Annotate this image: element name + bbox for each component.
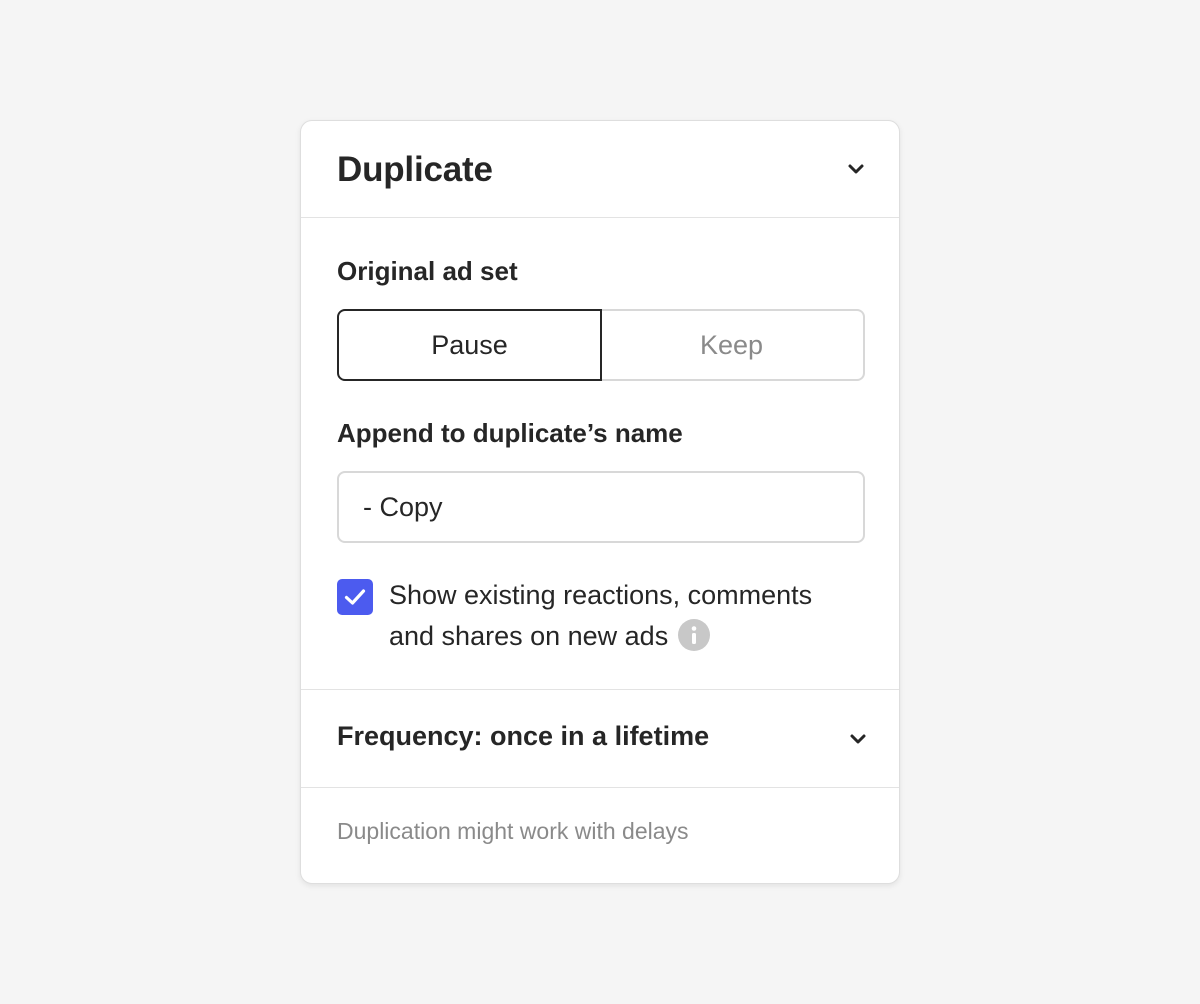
duplicate-panel: Duplicate Original ad set Pause Keep App… [300, 120, 900, 884]
append-name-label: Append to duplicate’s name [337, 418, 683, 448]
panel-title: Duplicate [337, 150, 493, 189]
keep-option-button[interactable]: Keep [600, 309, 865, 381]
chevron-down-icon[interactable] [849, 733, 866, 744]
info-icon[interactable] [678, 618, 711, 651]
pause-option-button[interactable]: Pause [337, 309, 602, 381]
show-reactions-label: Show existing reactions, comments and sh… [389, 575, 859, 657]
show-reactions-text: Show existing reactions, comments and sh… [389, 580, 813, 651]
frequency-row[interactable]: Frequency: once in a lifetime [301, 689, 899, 788]
panel-header[interactable]: Duplicate [301, 121, 899, 218]
checkmark-icon [344, 589, 366, 605]
original-ad-set-label: Original ad set [337, 256, 518, 286]
footer-note: Duplication might work with delays [337, 818, 689, 844]
frequency-label: Frequency: once in a lifetime [337, 721, 710, 751]
append-name-input[interactable] [337, 471, 865, 543]
original-ad-set-toggle: Pause Keep [337, 309, 865, 381]
show-reactions-checkbox[interactable] [337, 579, 373, 615]
chevron-down-icon[interactable] [847, 163, 864, 174]
